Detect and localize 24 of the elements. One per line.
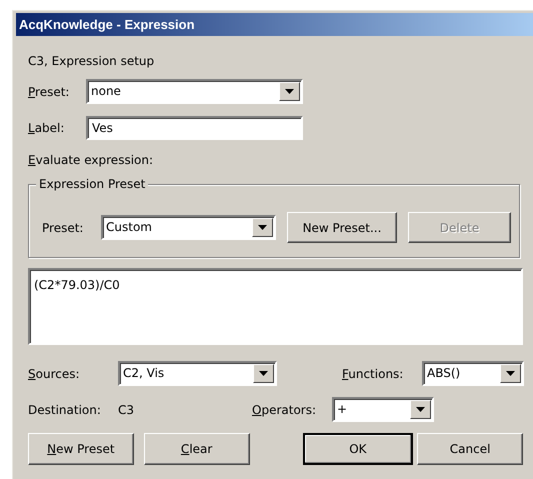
dropdown[interactable]: C2, Vis: [118, 361, 277, 386]
dropdown[interactable]: +: [332, 397, 434, 422]
field-label: Sources:: [28, 366, 81, 382]
expression-field[interactable]: (C2*79.03)/C0: [28, 268, 523, 345]
clear-button[interactable]: Clear: [144, 433, 250, 465]
field-label: Operators:: [252, 402, 318, 418]
dialog-heading: C3, Expression setup: [28, 53, 156, 69]
ok-button[interactable]: OK: [302, 433, 414, 465]
new-preset-button[interactable]: New Preset...: [287, 212, 397, 243]
window-title: AcqKnowledge - Expression: [19, 17, 195, 32]
field-label: Functions:: [342, 366, 404, 382]
label-field[interactable]: Ves: [86, 116, 303, 140]
field-label: Preset:: [28, 84, 70, 100]
new-preset-button[interactable]: New Preset: [28, 433, 134, 465]
group-title: Expression Preset: [36, 176, 148, 192]
field-label: Preset:: [42, 220, 84, 236]
field-label: Evaluate expression:: [28, 152, 154, 168]
dropdown[interactable]: ABS(): [422, 361, 524, 386]
destination-value: C3: [118, 402, 136, 418]
field-label: Destination:: [28, 402, 102, 418]
field-label: Label:: [28, 120, 66, 136]
dropdown[interactable]: Custom: [101, 215, 276, 240]
cancel-button[interactable]: Cancel: [417, 433, 523, 465]
dropdown[interactable]: none: [86, 79, 303, 104]
